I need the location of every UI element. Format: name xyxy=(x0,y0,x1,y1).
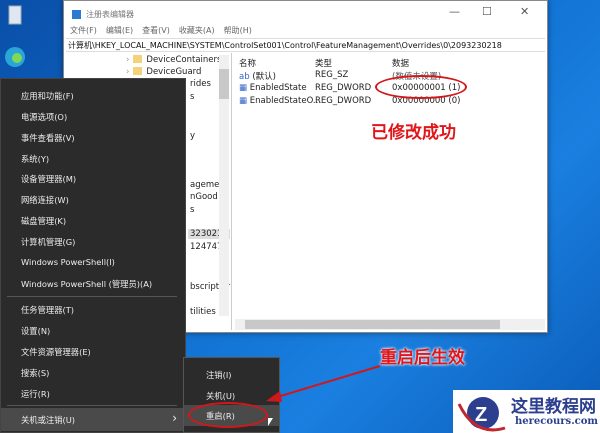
horizontal-scrollbar[interactable] xyxy=(235,319,545,330)
mouse-cursor-icon xyxy=(268,418,273,426)
menu-view[interactable]: 查看(V) xyxy=(142,25,170,36)
tree-item[interactable]: 124747 xyxy=(190,242,222,252)
column-data[interactable]: 数据 xyxy=(392,57,409,69)
menu-item-run[interactable]: 运行(R) xyxy=(21,388,50,400)
values-list: 名称 类型 数据 ab (默认) REG_SZ (数值未设置) ▦ Enable… xyxy=(235,53,545,330)
separator xyxy=(7,296,177,297)
menu-item-power[interactable]: 电源选项(O) xyxy=(21,111,67,123)
title-bar: 注册表编辑器 — ☐ ✕ xyxy=(64,1,547,27)
menu-item-computer-management[interactable]: 计算机管理(G) xyxy=(21,236,75,248)
window-title: 注册表编辑器 xyxy=(86,9,134,19)
site-logo: Z 这里教程网 herecours.com xyxy=(453,390,600,433)
menu-bar: 文件(F) 编辑(E) 查看(V) 收藏夹(A) 帮助(H) xyxy=(70,25,252,36)
highlight-ellipse xyxy=(188,402,268,428)
maximize-button[interactable]: ☐ xyxy=(482,5,492,18)
menu-favorites[interactable]: 收藏夹(A) xyxy=(179,25,215,36)
logo-z-icon: Z xyxy=(457,397,506,432)
restart-annotation: 重启后生效 xyxy=(380,348,465,368)
logo-url: herecours.com xyxy=(515,416,599,427)
value-row-type: REG_DWORD xyxy=(315,83,372,93)
arrow-annotation xyxy=(266,365,381,402)
value-row-name[interactable]: ab (默认) xyxy=(239,70,276,82)
edge-icon[interactable] xyxy=(2,44,28,70)
logo-title: 这里教程网 xyxy=(511,397,596,417)
value-row-name[interactable]: ▦ EnabledState xyxy=(239,83,307,93)
value-row-type: REG_DWORD xyxy=(315,96,372,106)
menu-item-search[interactable]: 搜索(S) xyxy=(21,367,49,379)
value-row-type: REG_SZ xyxy=(315,70,349,80)
folder-icon xyxy=(133,55,143,63)
close-button[interactable]: ✕ xyxy=(520,5,529,18)
tree-scrollbar[interactable] xyxy=(219,55,229,316)
highlight-ellipse xyxy=(375,75,467,99)
menu-item-powershell[interactable]: Windows PowerShell(I) xyxy=(21,257,115,267)
tree-item[interactable]: s xyxy=(190,205,194,215)
address-bar[interactable]: 计算机\HKEY_LOCAL_MACHINE\SYSTEM\ControlSet… xyxy=(66,38,545,52)
recycle-bin-icon[interactable] xyxy=(2,2,28,28)
menu-item-task-manager[interactable]: 任务管理器(T) xyxy=(21,304,74,316)
tree-item[interactable]: › DeviceContainers xyxy=(126,55,221,65)
menu-item-system[interactable]: 系统(Y) xyxy=(21,153,49,165)
chevron-right-icon: › xyxy=(172,411,177,425)
menu-item-disk[interactable]: 磁盘管理(K) xyxy=(21,215,66,227)
submenu-sign-out[interactable]: 注销(I) xyxy=(206,369,232,381)
tree-item[interactable]: › DeviceGuard xyxy=(126,67,201,77)
menu-item-network[interactable]: 网络连接(W) xyxy=(21,194,69,206)
tree-item[interactable]: rides xyxy=(190,79,211,89)
success-annotation: 已修改成功 xyxy=(371,123,456,143)
column-type[interactable]: 类型 xyxy=(315,57,332,69)
regedit-icon xyxy=(72,9,81,19)
svg-text:Z: Z xyxy=(475,404,487,426)
value-row-name[interactable]: ▦ EnabledStateO... xyxy=(239,96,321,106)
menu-item-settings[interactable]: 设置(N) xyxy=(21,325,50,337)
tree-item[interactable]: tilities xyxy=(190,307,216,317)
tree-item[interactable]: s xyxy=(190,92,194,102)
column-name[interactable]: 名称 xyxy=(239,57,256,69)
menu-item-shutdown[interactable]: 关机或注销(U) › xyxy=(1,408,185,431)
menu-item-apps[interactable]: 应用和功能(F) xyxy=(21,90,74,102)
menu-edit[interactable]: 编辑(E) xyxy=(106,25,133,36)
minimize-button[interactable]: — xyxy=(449,5,460,18)
winx-context-menu: 应用和功能(F) 电源选项(O) 事件查看器(V) 系统(Y) 设备管理器(M)… xyxy=(0,78,186,433)
menu-help[interactable]: 帮助(H) xyxy=(224,25,252,36)
menu-item-powershell-admin[interactable]: Windows PowerShell (管理员)(A) xyxy=(21,278,152,290)
menu-item-device-manager[interactable]: 设备管理器(M) xyxy=(21,173,76,185)
menu-file[interactable]: 文件(F) xyxy=(70,25,97,36)
menu-item-explorer[interactable]: 文件资源管理器(E) xyxy=(21,346,91,358)
menu-item-event-viewer[interactable]: 事件查看器(V) xyxy=(21,132,75,144)
submenu-shutdown[interactable]: 关机(U) xyxy=(206,390,235,402)
folder-icon xyxy=(133,67,143,75)
separator xyxy=(7,405,177,406)
tree-item[interactable]: nGood xyxy=(190,192,218,202)
tree-item[interactable]: y xyxy=(190,131,195,141)
